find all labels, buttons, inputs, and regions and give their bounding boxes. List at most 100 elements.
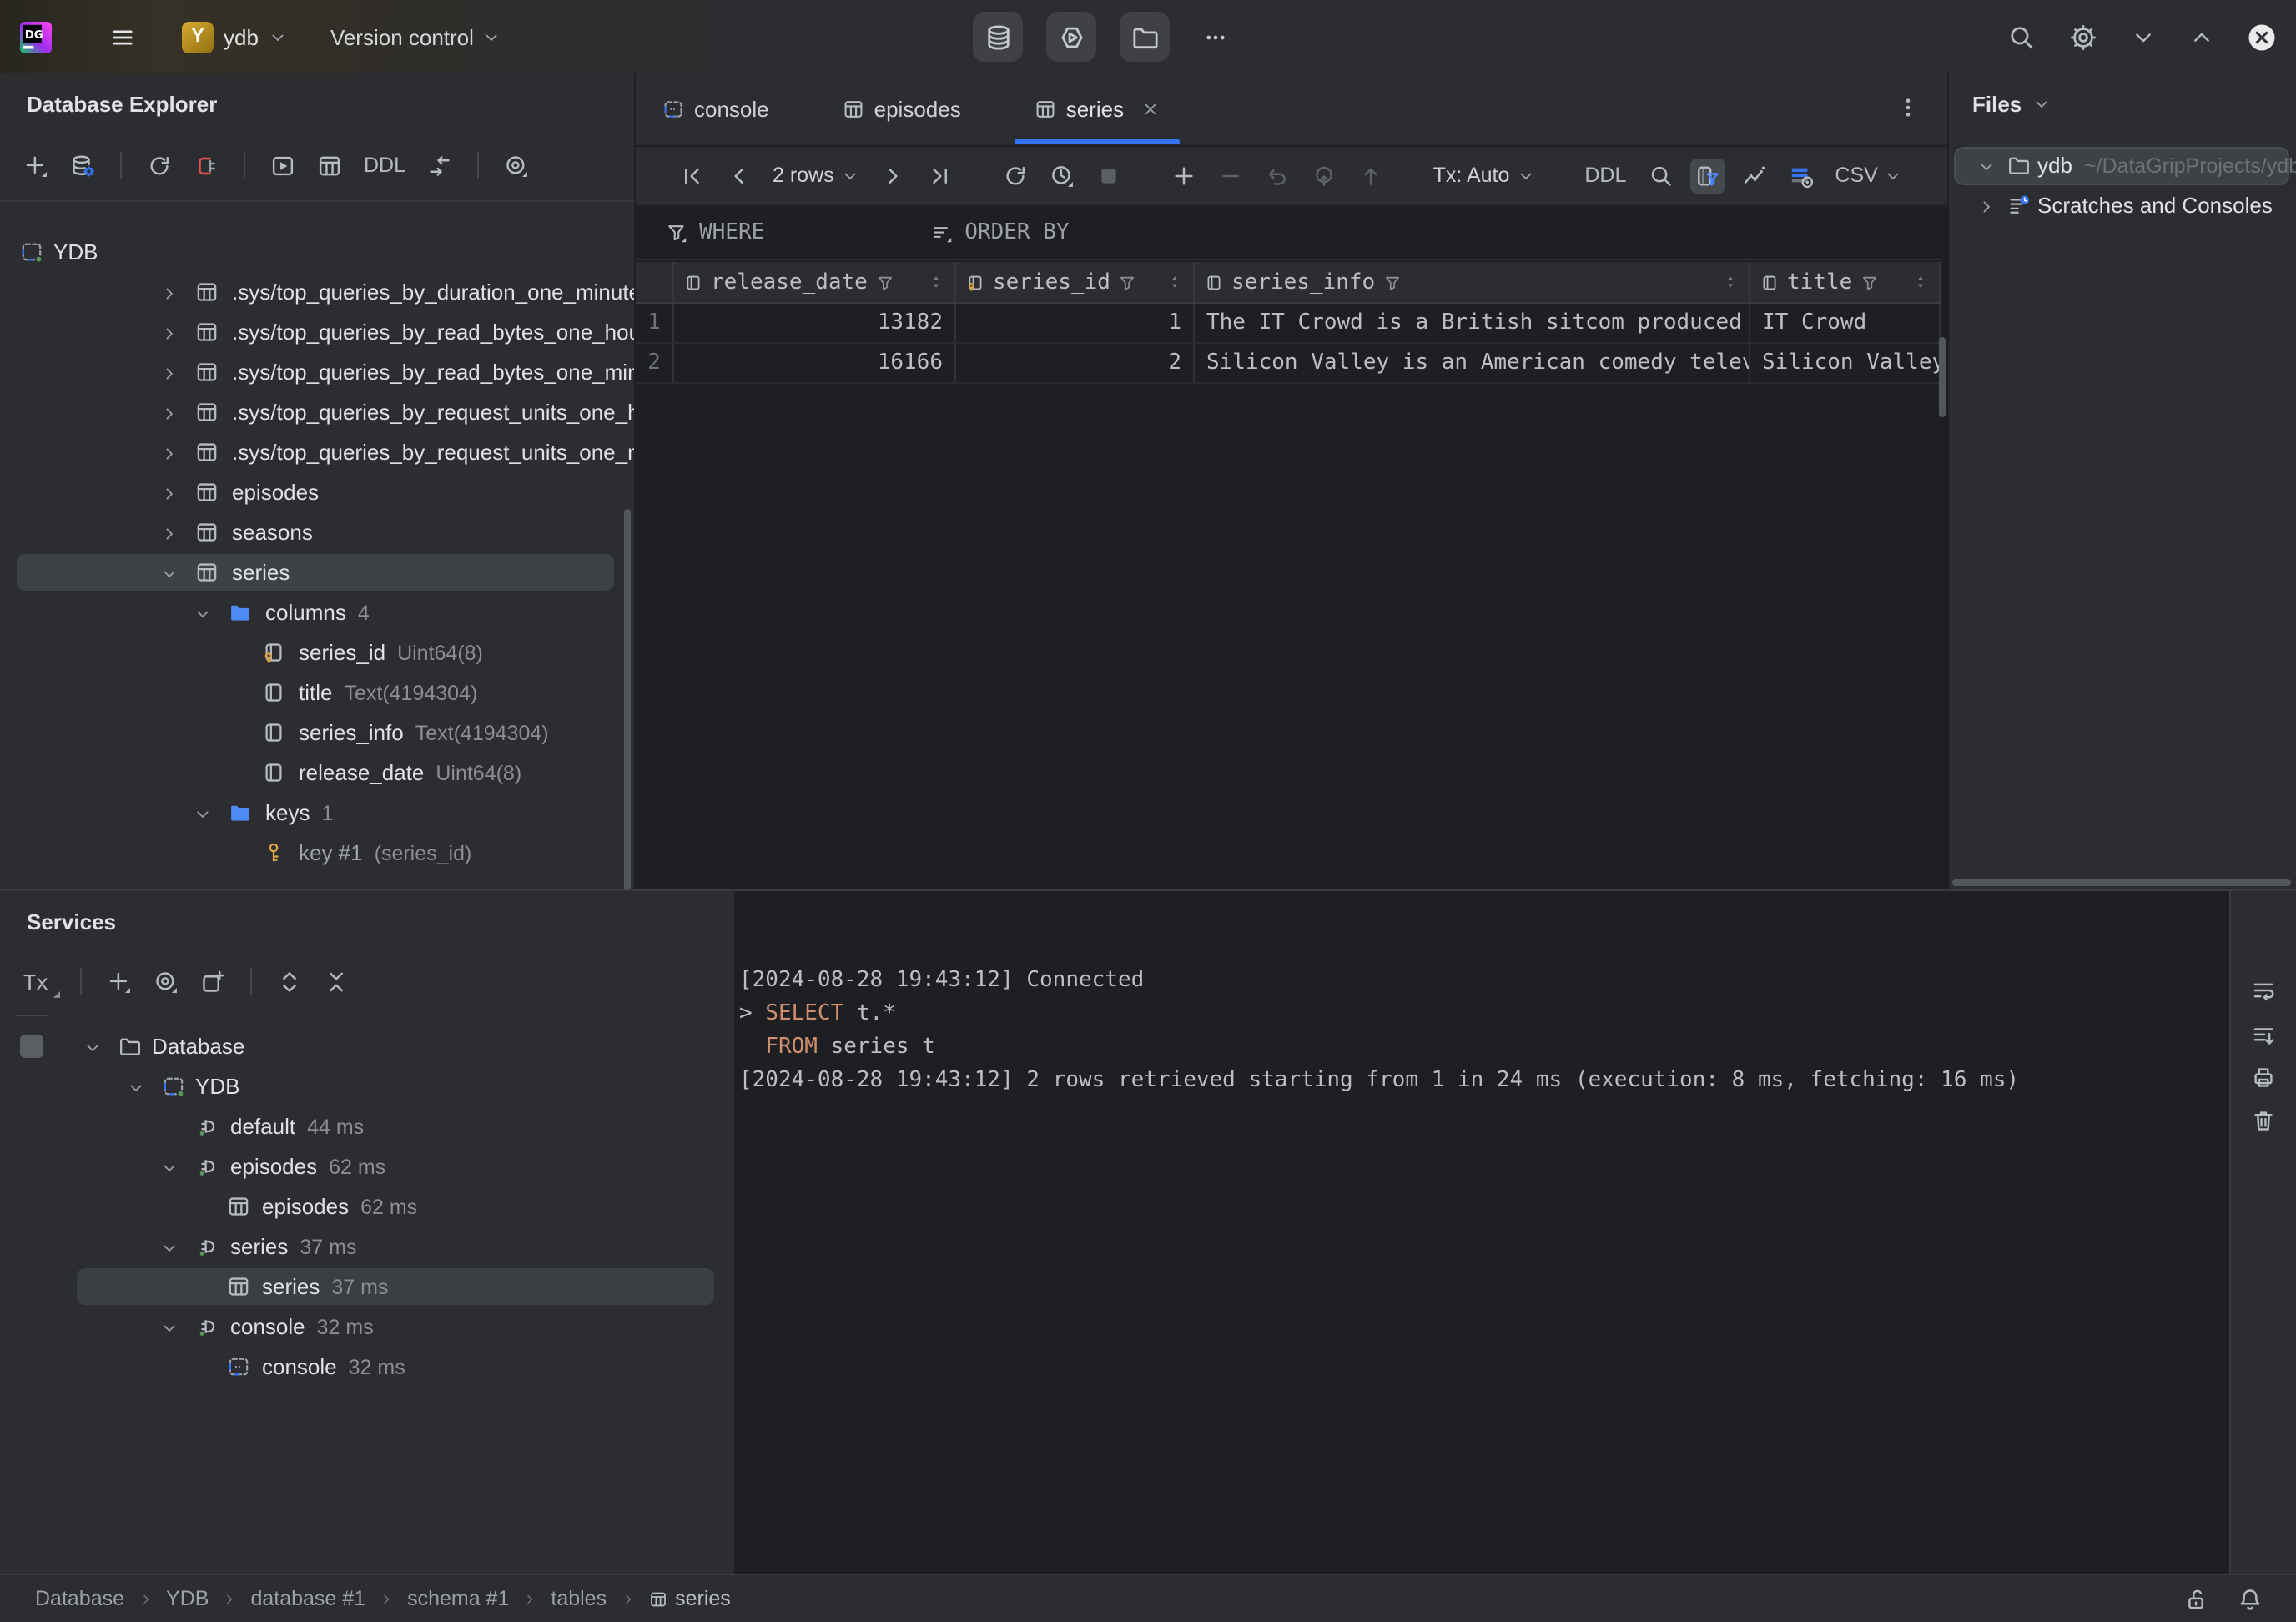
tree-item--sys-top-queries-by-request-units-one-minute[interactable]: .sys/top_queries_by_request_units_one_mi… — [0, 432, 634, 472]
files-header[interactable]: Files — [1972, 92, 2050, 117]
notifications-bell-icon[interactable] — [2238, 1586, 2263, 1611]
find-icon[interactable] — [1648, 163, 1673, 188]
add-row-icon[interactable] — [1171, 163, 1196, 188]
data-extractor-icon[interactable] — [1788, 163, 1813, 188]
tree-item-ydb[interactable]: YDB — [0, 1066, 734, 1106]
reload-page-icon[interactable] — [1003, 163, 1028, 188]
chevron-down-icon[interactable] — [160, 1157, 179, 1176]
tree-item-scratches-and-consoles[interactable]: Scratches and Consoles — [1949, 185, 2296, 225]
first-page-icon[interactable] — [679, 163, 704, 188]
tree-item-series[interactable]: series — [0, 552, 634, 592]
close-tab-icon[interactable] — [1140, 99, 1159, 118]
chevron-down-icon[interactable] — [194, 803, 212, 822]
database-tool-button[interactable] — [973, 12, 1023, 62]
column-filter-button[interactable] — [1689, 158, 1725, 193]
breadcrumb-item-YDB[interactable]: YDB — [166, 1587, 209, 1610]
tx-toggle[interactable]: Tx — [23, 969, 55, 994]
tree-item-episodes[interactable]: episodes62 ms — [0, 1186, 734, 1227]
chevron-right-icon[interactable] — [160, 283, 179, 301]
tree-item--sys-top-queries-by-request-units-one-hour[interactable]: .sys/top_queries_by_request_units_one_ho… — [0, 392, 634, 432]
breadcrumb-item-Database[interactable]: Database — [35, 1587, 124, 1610]
column-header-series_info[interactable]: series_info — [1195, 262, 1750, 302]
tree-item--sys-top-queries-by-read-bytes-one-minute[interactable]: .sys/top_queries_by_read_bytes_one_minut… — [0, 352, 634, 392]
open-console-icon[interactable] — [200, 969, 225, 994]
tree-item--sys-top-queries-by-read-bytes-one-hour[interactable]: .sys/top_queries_by_read_bytes_one_hour — [0, 312, 634, 352]
filter-funnel-icon[interactable] — [876, 273, 894, 291]
sort-toggle-icon[interactable] — [1722, 272, 1739, 292]
breadcrumb-item-schema-1[interactable]: schema #1 — [407, 1587, 509, 1610]
more-actions-icon[interactable] — [1203, 24, 1228, 49]
filter-funnel-icon[interactable] — [1860, 273, 1879, 291]
chevron-down-icon[interactable] — [160, 563, 179, 582]
row-number[interactable]: 2 — [636, 344, 674, 382]
where-filter[interactable]: WHERE — [666, 220, 764, 245]
jump-arrows-icon[interactable] — [427, 153, 452, 178]
query-history-icon[interactable] — [1050, 163, 1075, 188]
tree-item-series-info[interactable]: series_infoText(4194304) — [0, 713, 634, 753]
column-header-series_id[interactable]: series_id — [956, 262, 1195, 302]
clear-output-icon[interactable] — [2251, 1108, 2276, 1133]
chevron-right-icon[interactable] — [1977, 196, 1996, 214]
sort-toggle-icon[interactable] — [1166, 272, 1183, 292]
run-tool-button[interactable] — [1046, 12, 1096, 62]
chevron-right-icon[interactable] — [160, 523, 179, 542]
chevron-right-icon[interactable] — [160, 323, 179, 341]
row-number[interactable]: 1 — [636, 304, 674, 342]
expand-all-icon[interactable] — [277, 969, 302, 994]
sort-toggle-icon[interactable] — [928, 272, 944, 292]
add-datasource-icon[interactable] — [23, 153, 48, 178]
cell-title[interactable]: IT Crowd — [1750, 304, 1941, 342]
extractor-format-select[interactable]: CSV — [1835, 164, 1902, 187]
chevron-down-icon[interactable] — [83, 1037, 102, 1055]
chevron-down-icon[interactable] — [127, 1077, 145, 1096]
tree-item-columns[interactable]: columns4 — [0, 592, 634, 632]
tree-item-database[interactable]: Database — [0, 1026, 734, 1066]
chevron-right-icon[interactable] — [160, 363, 179, 381]
cell-series-info[interactable]: Silicon Valley is an American comedy tel… — [1195, 344, 1750, 382]
services-console-output[interactable]: [2024-08-28 19:43:12] Connected> SELECT … — [734, 891, 2229, 1574]
tree-item-console[interactable]: console32 ms — [0, 1347, 734, 1387]
column-header-release_date[interactable]: release_date — [674, 262, 956, 302]
tx-mode-select[interactable]: Tx: Auto — [1433, 164, 1535, 187]
tree-item-series-id[interactable]: series_idUint64(8) — [0, 632, 634, 672]
page-size-select[interactable]: 2 rows — [773, 164, 859, 187]
main-menu-icon[interactable] — [110, 24, 135, 49]
cell-series-info[interactable]: The IT Crowd is a British sitcom produce… — [1195, 304, 1750, 342]
chevron-right-icon[interactable] — [160, 443, 179, 461]
ddl-button[interactable]: DDL — [1584, 164, 1626, 187]
tree-item-release-date[interactable]: release_dateUint64(8) — [0, 753, 634, 793]
tree-item--sys-top-queries-by-duration-one-minute[interactable]: .sys/top_queries_by_duration_one_minute — [0, 272, 634, 312]
add-service-icon[interactable] — [107, 969, 132, 994]
tree-item-console[interactable]: console32 ms — [0, 1307, 734, 1347]
grid-scrollbar[interactable] — [1939, 337, 1946, 417]
files-scrollbar[interactable] — [1952, 879, 2291, 886]
project-widget[interactable]: Y ydb — [182, 21, 287, 53]
tab-episodes[interactable]: episodes — [843, 73, 961, 144]
tab-series[interactable]: series — [1035, 73, 1159, 144]
chevron-down-icon[interactable] — [1977, 156, 1996, 174]
scroll-to-end-icon[interactable] — [2251, 1023, 2276, 1048]
last-page-icon[interactable] — [928, 163, 953, 188]
chevron-up-icon[interactable] — [2189, 24, 2214, 49]
tree-item-keys[interactable]: keys1 — [0, 793, 634, 833]
filter-funnel-icon[interactable] — [1119, 273, 1137, 291]
tree-item-series[interactable]: series37 ms — [0, 1267, 734, 1307]
previous-page-icon[interactable] — [726, 163, 751, 188]
search-icon[interactable] — [2007, 23, 2036, 51]
view-options-icon[interactable] — [504, 153, 529, 178]
orderby-filter[interactable]: ORDER BY — [931, 220, 1069, 245]
cell-series-id[interactable]: 1 — [956, 304, 1195, 342]
gear-icon[interactable] — [2069, 23, 2097, 51]
lock-open-icon[interactable] — [2184, 1586, 2209, 1611]
soft-wrap-icon[interactable] — [2251, 978, 2276, 1003]
breadcrumb-item-series[interactable]: series — [648, 1587, 731, 1610]
cell-release-date[interactable]: 16166 — [674, 344, 956, 382]
tree-item-key-1[interactable]: key #1(series_id) — [0, 833, 634, 873]
tree-item-seasons[interactable]: seasons — [0, 512, 634, 552]
jump-to-console-icon[interactable] — [270, 153, 295, 178]
tree-item-default[interactable]: default44 ms — [0, 1106, 734, 1146]
close-window-icon[interactable] — [2248, 23, 2276, 51]
ddl-button[interactable]: DDL — [364, 154, 405, 177]
refresh-icon[interactable] — [147, 153, 172, 178]
chevron-down-icon[interactable] — [194, 603, 212, 622]
